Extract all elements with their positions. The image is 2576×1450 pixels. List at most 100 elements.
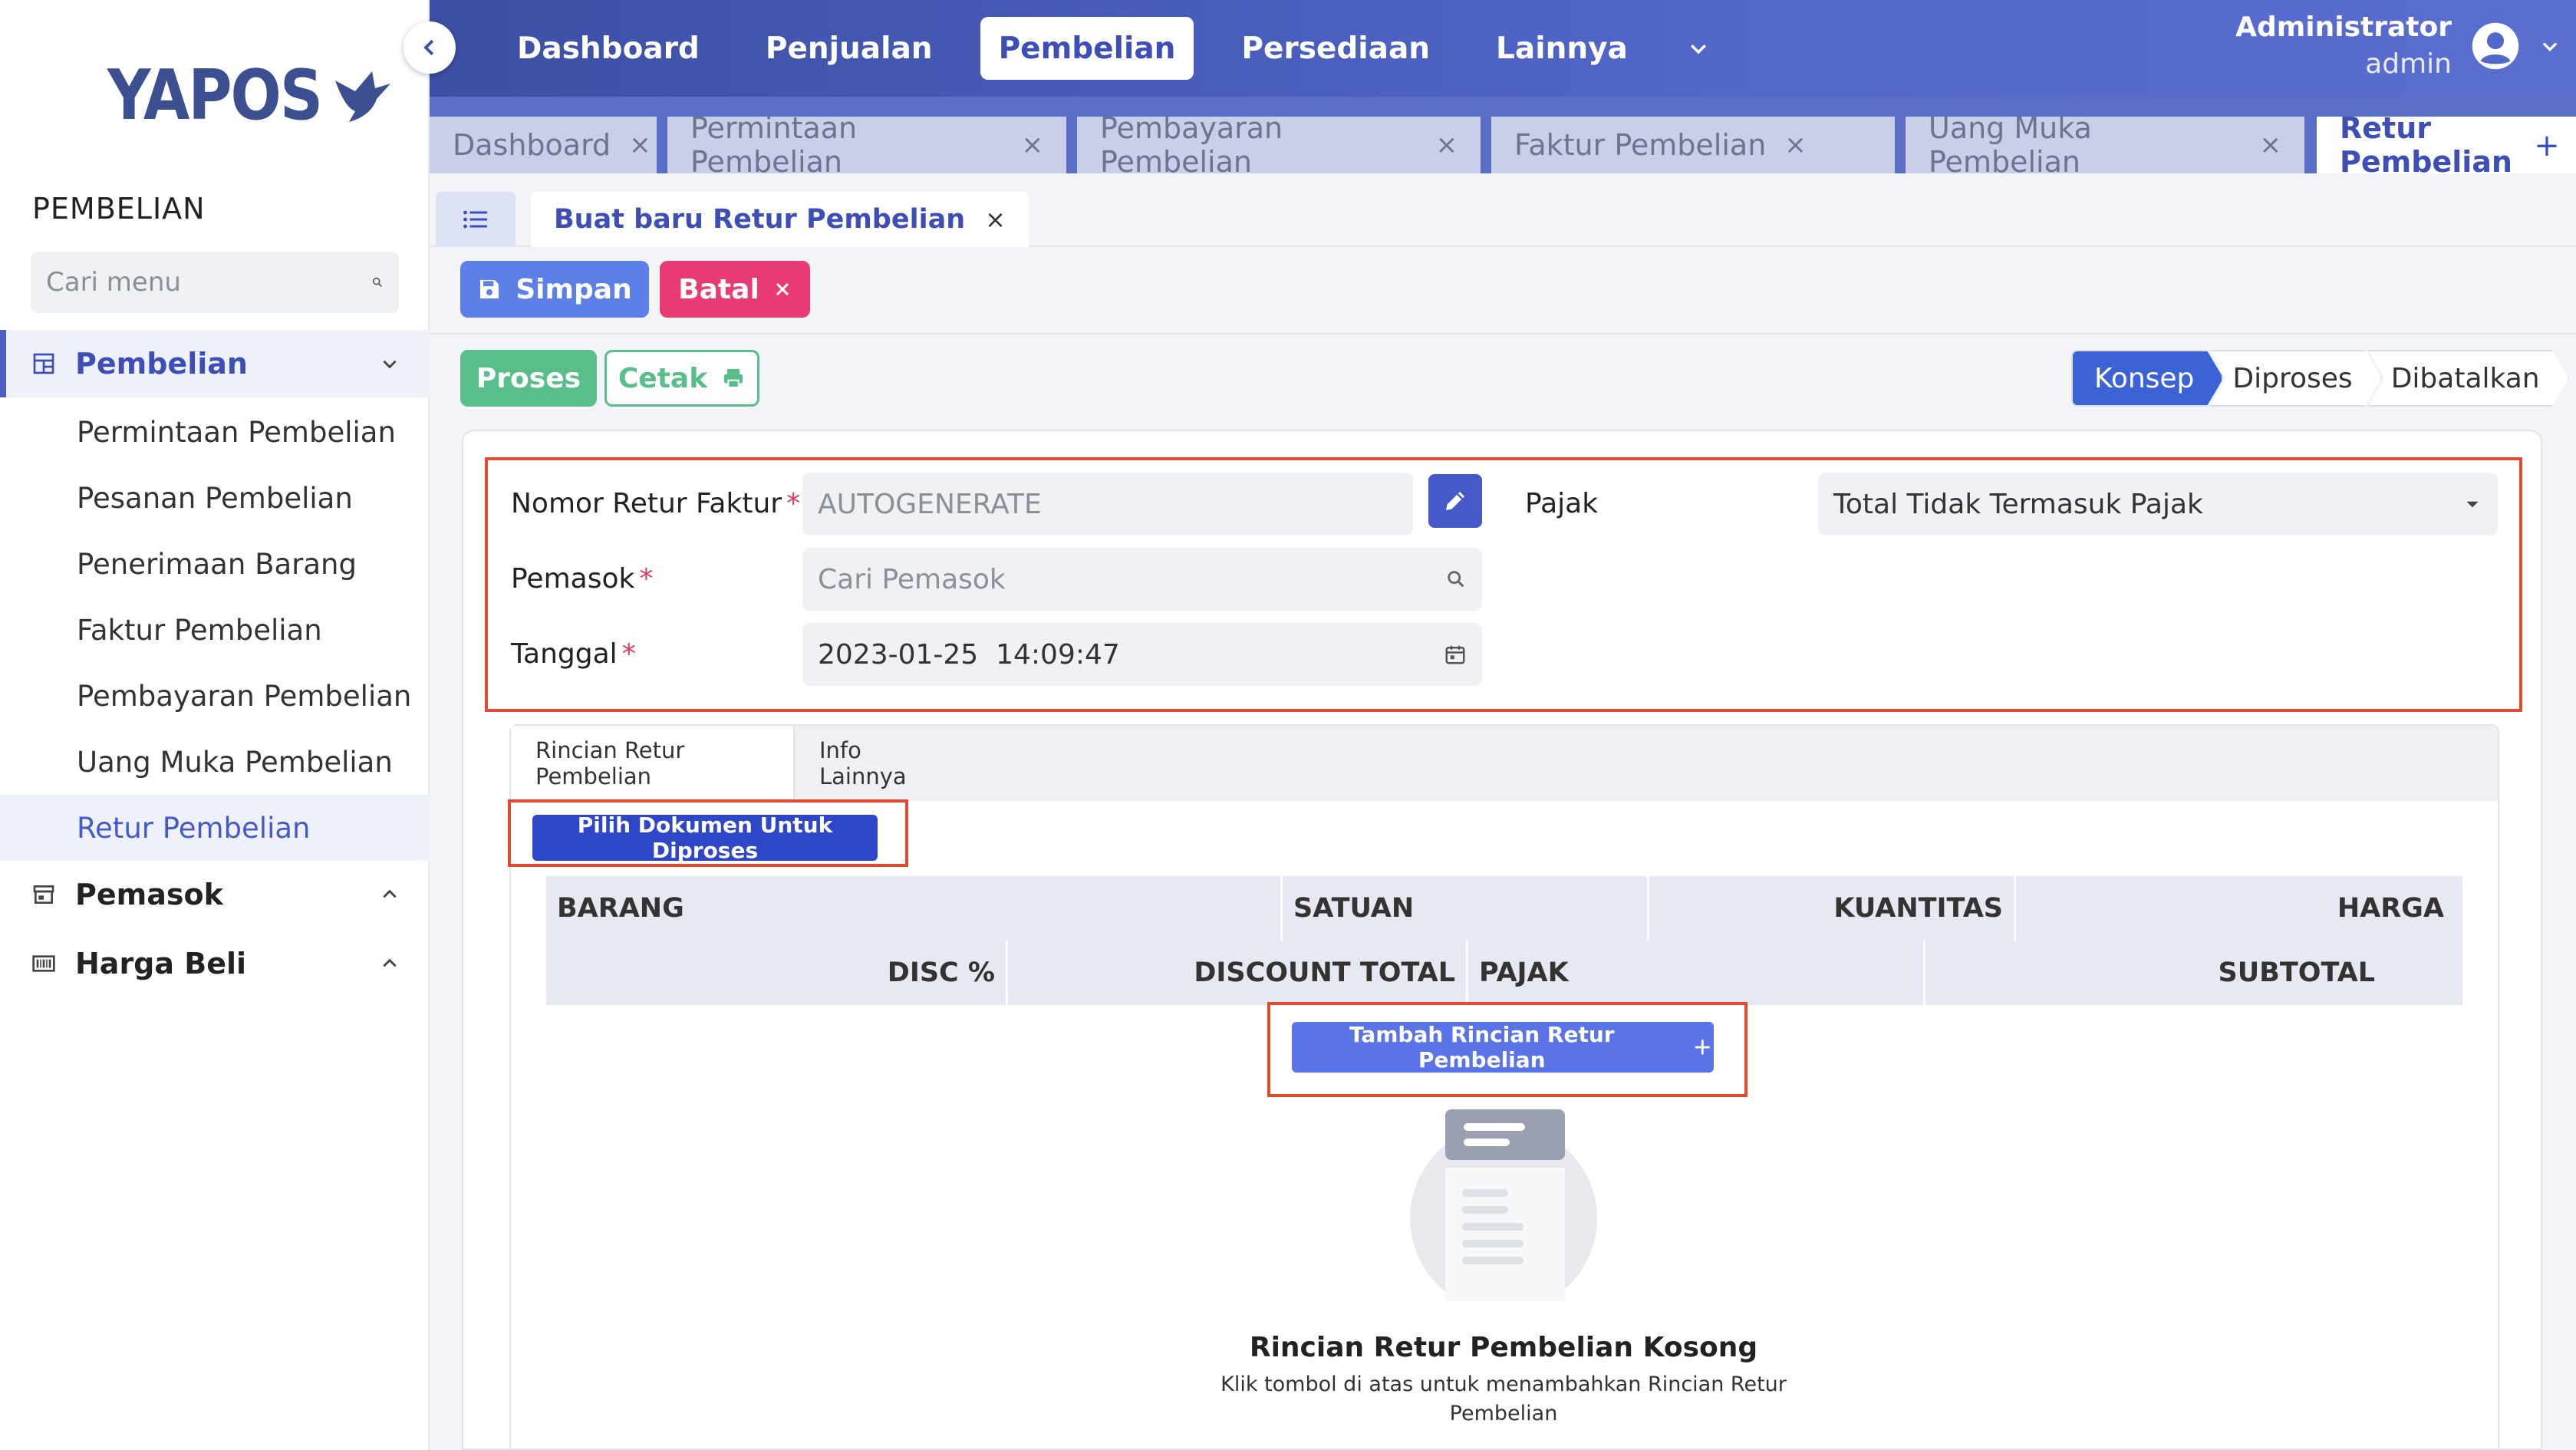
status-step-diproses: Diproses bbox=[2209, 350, 2381, 407]
document-tabs-bar: Buat baru Retur Pembelian × bbox=[430, 173, 2576, 247]
required-mark: * bbox=[621, 638, 636, 670]
sidebar-item-pembayaran-pembelian[interactable]: Pembayaran Pembelian bbox=[0, 663, 430, 729]
empty-state-title: Rincian Retur Pembelian Kosong bbox=[1249, 1332, 1758, 1363]
doc-tab-label: Buat baru Retur Pembelian bbox=[554, 204, 966, 235]
sidebar-item-faktur-pembelian[interactable]: Faktur Pembelian bbox=[0, 597, 430, 663]
close-icon[interactable]: × bbox=[1784, 130, 1807, 160]
save-button[interactable]: Simpan bbox=[460, 261, 649, 318]
pemasok-search-input[interactable] bbox=[818, 563, 1445, 595]
pemasok-field[interactable] bbox=[802, 548, 1482, 611]
chevron-up-icon bbox=[374, 954, 405, 974]
store-icon bbox=[31, 882, 57, 908]
nav-persediaan[interactable]: Persediaan bbox=[1223, 17, 1448, 80]
divider bbox=[430, 333, 2576, 334]
sidebar-item-penerimaan-barang[interactable]: Penerimaan Barang bbox=[0, 531, 430, 597]
logo-text: YAPOS bbox=[107, 56, 323, 136]
sidebar-group-label: Pembelian bbox=[75, 347, 248, 381]
tanggal-label: Tanggal * bbox=[511, 638, 636, 670]
grid-icon bbox=[31, 351, 57, 377]
cancel-button[interactable]: Batal bbox=[660, 261, 810, 318]
sidebar-search[interactable] bbox=[31, 252, 399, 313]
app-logo[interactable]: YAPOS bbox=[107, 56, 394, 136]
sidebar-item-pesanan-pembelian[interactable]: Pesanan Pembelian bbox=[0, 465, 430, 531]
sidebar-group-pemasok[interactable]: Pemasok bbox=[0, 861, 430, 928]
tab-permintaan-pembelian[interactable]: Permintaan Pembelian × bbox=[667, 111, 1066, 179]
pemasok-label: Pemasok * bbox=[511, 563, 654, 595]
nomor-retur-field[interactable] bbox=[802, 473, 1413, 536]
tab-label: Permintaan Pembelian bbox=[690, 111, 858, 179]
sidebar-item-permintaan-pembelian[interactable]: Permintaan Pembelian bbox=[0, 399, 430, 465]
sidebar-group-harga-beli[interactable]: Harga Beli bbox=[0, 930, 430, 997]
sidebar-item-retur-pembelian[interactable]: Retur Pembelian bbox=[0, 795, 430, 861]
sidebar-group-pembelian[interactable]: Pembelian bbox=[0, 330, 430, 397]
status-step-konsep: Konsep bbox=[2071, 350, 2223, 407]
nav-dashboard[interactable]: Dashboard bbox=[499, 17, 718, 80]
printer-icon bbox=[724, 369, 743, 388]
close-icon[interactable]: × bbox=[1022, 130, 1044, 160]
tab-pembayaran-pembelian[interactable]: Pembayaran Pembelian × bbox=[1077, 111, 1481, 179]
tab-label: Dashboard bbox=[453, 128, 611, 162]
print-button[interactable]: Cetak bbox=[604, 350, 759, 407]
tab-label: Faktur Pembelian bbox=[1514, 128, 1767, 162]
nav-pembelian[interactable]: Pembelian bbox=[980, 17, 1194, 80]
list-view-button[interactable] bbox=[436, 192, 516, 247]
tanggal-value: 2023-01-25 14:09:47 bbox=[818, 638, 1120, 671]
col-harga: HARGA bbox=[2337, 893, 2444, 924]
search-icon bbox=[372, 277, 382, 287]
detail-tabbar: Rincian Retur Pembelian Info Lainnya bbox=[511, 726, 2498, 801]
add-detail-button[interactable]: Tambah Rincian Retur Pembelian bbox=[1292, 1022, 1714, 1073]
chevron-down-icon bbox=[2542, 42, 2558, 51]
col-pajak: PAJAK bbox=[1468, 941, 1925, 1005]
sidebar-heading: PEMBELIAN bbox=[32, 192, 206, 226]
pajak-label: Pajak bbox=[1525, 488, 1599, 519]
sidebar-group-label: Harga Beli bbox=[75, 947, 247, 980]
tab-rincian-retur[interactable]: Rincian Retur Pembelian bbox=[511, 726, 795, 801]
chevron-down-icon bbox=[1690, 44, 1706, 54]
pencil-icon bbox=[1446, 492, 1464, 510]
nav-more-button[interactable] bbox=[1675, 17, 1721, 80]
calendar-icon bbox=[1445, 645, 1465, 664]
edit-nomor-button[interactable] bbox=[1428, 474, 1482, 528]
empty-state-description: Klik tombol di atas untuk menambahkan Ri… bbox=[1220, 1373, 1787, 1425]
status-step-dibatalkan: Dibatalkan bbox=[2368, 350, 2569, 407]
col-kuantitas: KUANTITAS bbox=[1649, 876, 2016, 941]
choose-document-button[interactable]: Pilih Dokumen Untuk Diproses bbox=[532, 812, 878, 863]
col-disc-percent: DISC % bbox=[546, 941, 1008, 1005]
nomor-retur-input[interactable] bbox=[818, 488, 1398, 520]
user-menu[interactable]: Administrator admin bbox=[2235, 9, 2561, 83]
save-button-label: Simpan bbox=[516, 273, 632, 305]
tab-info-lainnya[interactable]: Info Lainnya bbox=[795, 726, 971, 801]
close-icon[interactable]: × bbox=[2260, 130, 2282, 160]
barcode-icon bbox=[31, 951, 57, 977]
sidebar-item-uang-muka-pembelian[interactable]: Uang Muka Pembelian bbox=[0, 729, 430, 795]
sidebar-search-input[interactable] bbox=[46, 267, 371, 298]
close-icon[interactable]: × bbox=[985, 205, 1006, 234]
tab-uang-muka-pembelian[interactable]: Uang Muka Pembelian × bbox=[1906, 111, 2304, 179]
tab-label: Pembayaran Pembelian bbox=[1100, 111, 1283, 179]
sidebar: YAPOS PEMBELIAN Pembelian Permintaan Pem… bbox=[0, 0, 430, 1450]
close-icon bbox=[776, 282, 789, 296]
chevron-left-icon bbox=[423, 39, 434, 56]
tab-faktur-pembelian[interactable]: Faktur Pembelian × bbox=[1491, 117, 1895, 173]
print-button-label: Cetak bbox=[618, 362, 708, 394]
plus-icon bbox=[1695, 1040, 1711, 1055]
doc-tab-new-retur[interactable]: Buat baru Retur Pembelian × bbox=[531, 192, 1029, 247]
sidebar-collapse-button[interactable] bbox=[404, 21, 456, 74]
bird-logo-icon bbox=[335, 71, 391, 122]
tab-dashboard[interactable]: Dashboard × bbox=[430, 117, 657, 173]
top-navbar: Dashboard Penjualan Pembelian Persediaan… bbox=[430, 0, 2576, 97]
add-tab-button[interactable]: + bbox=[2528, 127, 2565, 164]
open-tabs-bar: Dashboard × Permintaan Pembelian × Pembaya… bbox=[430, 97, 2576, 179]
close-icon[interactable]: × bbox=[629, 130, 651, 160]
user-role: admin bbox=[2365, 48, 2452, 80]
list-icon bbox=[463, 210, 487, 229]
nav-lainnya[interactable]: Lainnya bbox=[1477, 17, 1646, 80]
close-icon[interactable]: × bbox=[1436, 130, 1458, 160]
required-mark: * bbox=[786, 488, 801, 519]
nav-penjualan[interactable]: Penjualan bbox=[747, 17, 951, 80]
process-button[interactable]: Proses bbox=[460, 350, 597, 407]
pajak-select[interactable]: Total Tidak Termasuk Pajak bbox=[1818, 473, 2498, 536]
user-avatar-icon bbox=[2472, 22, 2519, 70]
tanggal-field[interactable]: 2023-01-25 14:09:47 bbox=[802, 623, 1482, 686]
nomor-retur-label: Nomor Retur Faktur * bbox=[511, 488, 801, 519]
